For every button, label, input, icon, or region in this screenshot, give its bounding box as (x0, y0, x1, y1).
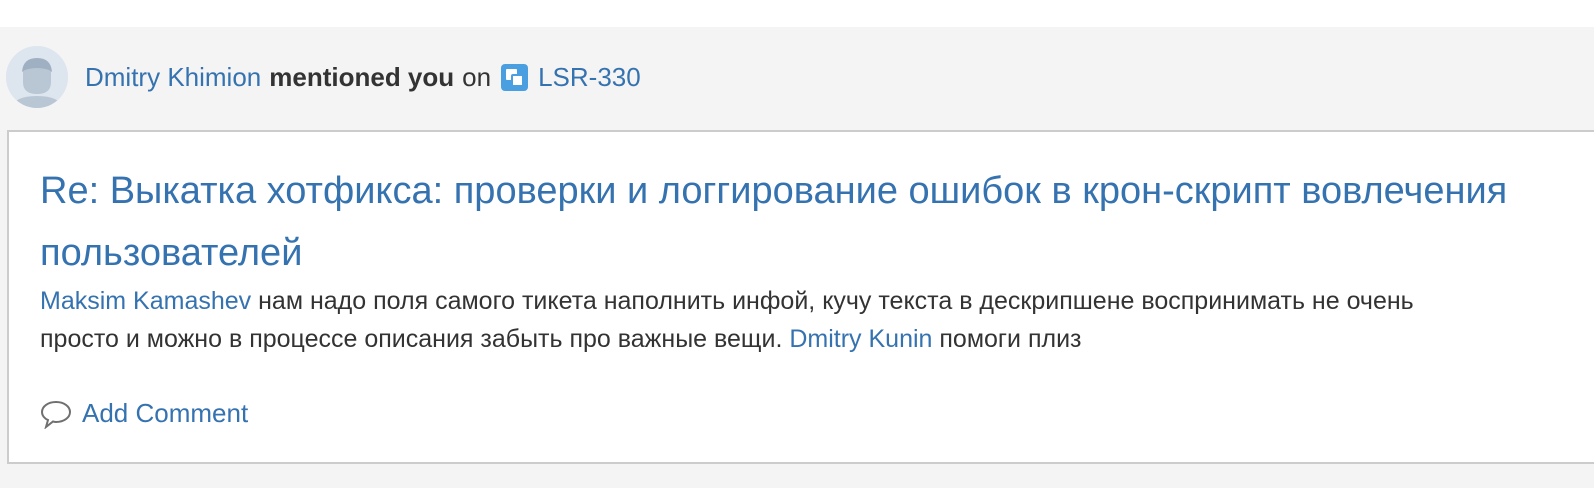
speech-bubble-icon (40, 400, 72, 429)
comment-text: нам надо поля самого тикета наполнить ин… (251, 287, 1414, 315)
add-comment-label[interactable]: Add Comment (82, 398, 248, 429)
comment-text: просто и можно в процессе описания забыт… (40, 325, 790, 353)
mention-link[interactable]: Dmitry Kunin (789, 325, 932, 353)
notification-header: Dmitry Khimion mentioned you on LSR-330 (6, 46, 1586, 108)
user-avatar-icon (6, 46, 68, 108)
issue-link[interactable]: LSR-330 (538, 62, 641, 93)
issue-type-icon (501, 63, 529, 91)
mention-link[interactable]: Maksim Kamashev (40, 287, 251, 315)
add-comment-button[interactable]: Add Comment (40, 398, 248, 429)
comment-text: помоги плиз (932, 325, 1082, 353)
action-text: mentioned you (269, 61, 455, 92)
comment-body: Maksim Kamashev нам надо поля самого тик… (40, 282, 1580, 358)
comment-title-line[interactable]: Re: Выкатка хотфикса: проверки и логгиро… (40, 160, 1580, 222)
comment-card: Re: Выкатка хотфикса: проверки и логгиро… (7, 130, 1594, 464)
avatar[interactable] (6, 46, 68, 108)
comment-title[interactable]: Re: Выкатка хотфикса: проверки и логгиро… (40, 160, 1580, 284)
actor-link[interactable]: Dmitry Khimion (85, 62, 261, 93)
preposition-text: on (462, 61, 492, 92)
comment-title-line[interactable]: пользователей (40, 222, 1580, 284)
